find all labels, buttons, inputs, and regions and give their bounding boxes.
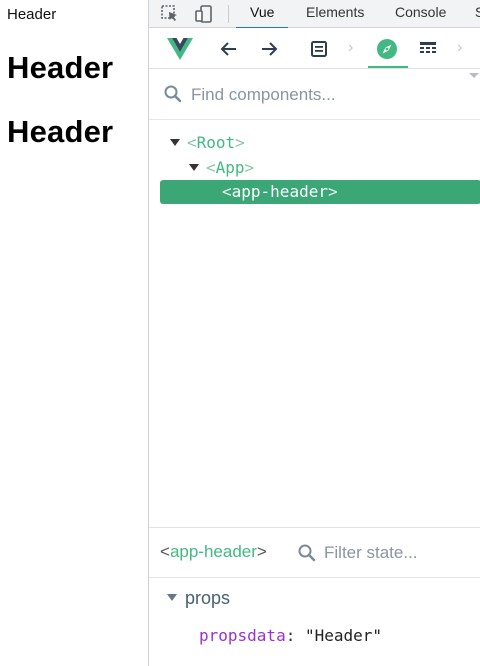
device-toolbar-icon[interactable] [193, 3, 215, 25]
back-arrow-icon[interactable] [216, 36, 242, 62]
prop-value[interactable]: "Header" [305, 626, 382, 645]
tree-node-label: Root [196, 133, 236, 152]
header-text-small: Header [7, 6, 57, 23]
component-inspector: <app-header> Filter state... props props… [149, 527, 480, 666]
tree-node-app-header-selected[interactable]: <app-header> [160, 180, 480, 204]
filter-state-input[interactable]: Filter state... [324, 543, 418, 563]
tag-close-bracket: > [256, 542, 267, 561]
collapse-triangle-icon[interactable] [167, 594, 177, 601]
selected-component-label: app-header [169, 542, 257, 561]
tab-elements[interactable]: Elements [306, 0, 364, 28]
compass-icon[interactable] [374, 36, 400, 62]
devtools-tabbar: Vue Elements Console S [149, 0, 480, 29]
tree-node-app[interactable]: <App> [189, 156, 254, 180]
filter-search-icon [298, 544, 316, 562]
tag-open-bracket: < [160, 542, 170, 561]
tree-node-label: app-header [231, 182, 328, 201]
tab-separator [228, 5, 229, 23]
dropdown-corner-icon [469, 73, 479, 78]
inspector-header: <app-header> Filter state... [149, 528, 480, 578]
tag-close-bracket: > [244, 158, 255, 177]
tag-close-bracket: > [235, 133, 245, 152]
tree-node-root[interactable]: <Root> [170, 131, 245, 155]
prop-key: propsdata [199, 626, 286, 645]
tab-sources[interactable]: S [475, 0, 480, 28]
search-input[interactable]: Find components... [191, 85, 336, 105]
inspect-element-icon[interactable] [159, 3, 181, 25]
active-tab-indicator [368, 66, 408, 68]
tag-close-bracket: > [327, 182, 338, 201]
props-section-toggle[interactable]: props [167, 588, 230, 609]
devtools-panel: Vue Elements Console S › › Find componen… [148, 0, 480, 666]
prop-row[interactable]: propsdata: "Header" [199, 626, 382, 645]
chevron-right-icon: › [457, 39, 463, 56]
vue-logo-icon [167, 36, 193, 62]
tab-vue[interactable]: Vue [235, 0, 290, 29]
tree-node-label: App [215, 158, 245, 177]
chevron-right-icon: › [348, 39, 354, 56]
components-icon[interactable] [306, 36, 332, 62]
expand-triangle-icon[interactable] [189, 164, 199, 171]
header-heading-1: Header [7, 50, 114, 85]
tab-console[interactable]: Console [395, 0, 446, 28]
page-viewport: Header Header Header [0, 0, 148, 666]
forward-arrow-icon[interactable] [256, 36, 282, 62]
tag-open-bracket: < [187, 133, 197, 152]
props-section-label: props [185, 588, 231, 608]
timeline-icon[interactable] [415, 36, 441, 62]
prop-separator: : [285, 626, 305, 645]
header-heading-2: Header [7, 114, 114, 149]
vue-toolbar: › › [149, 28, 480, 69]
component-search[interactable]: Find components... [149, 70, 480, 120]
selected-component-name: <app-header> [160, 542, 267, 562]
search-icon [164, 85, 182, 103]
expand-triangle-icon[interactable] [170, 139, 180, 146]
tag-open-bracket: < [206, 158, 216, 177]
tag-open-bracket: < [222, 182, 232, 201]
